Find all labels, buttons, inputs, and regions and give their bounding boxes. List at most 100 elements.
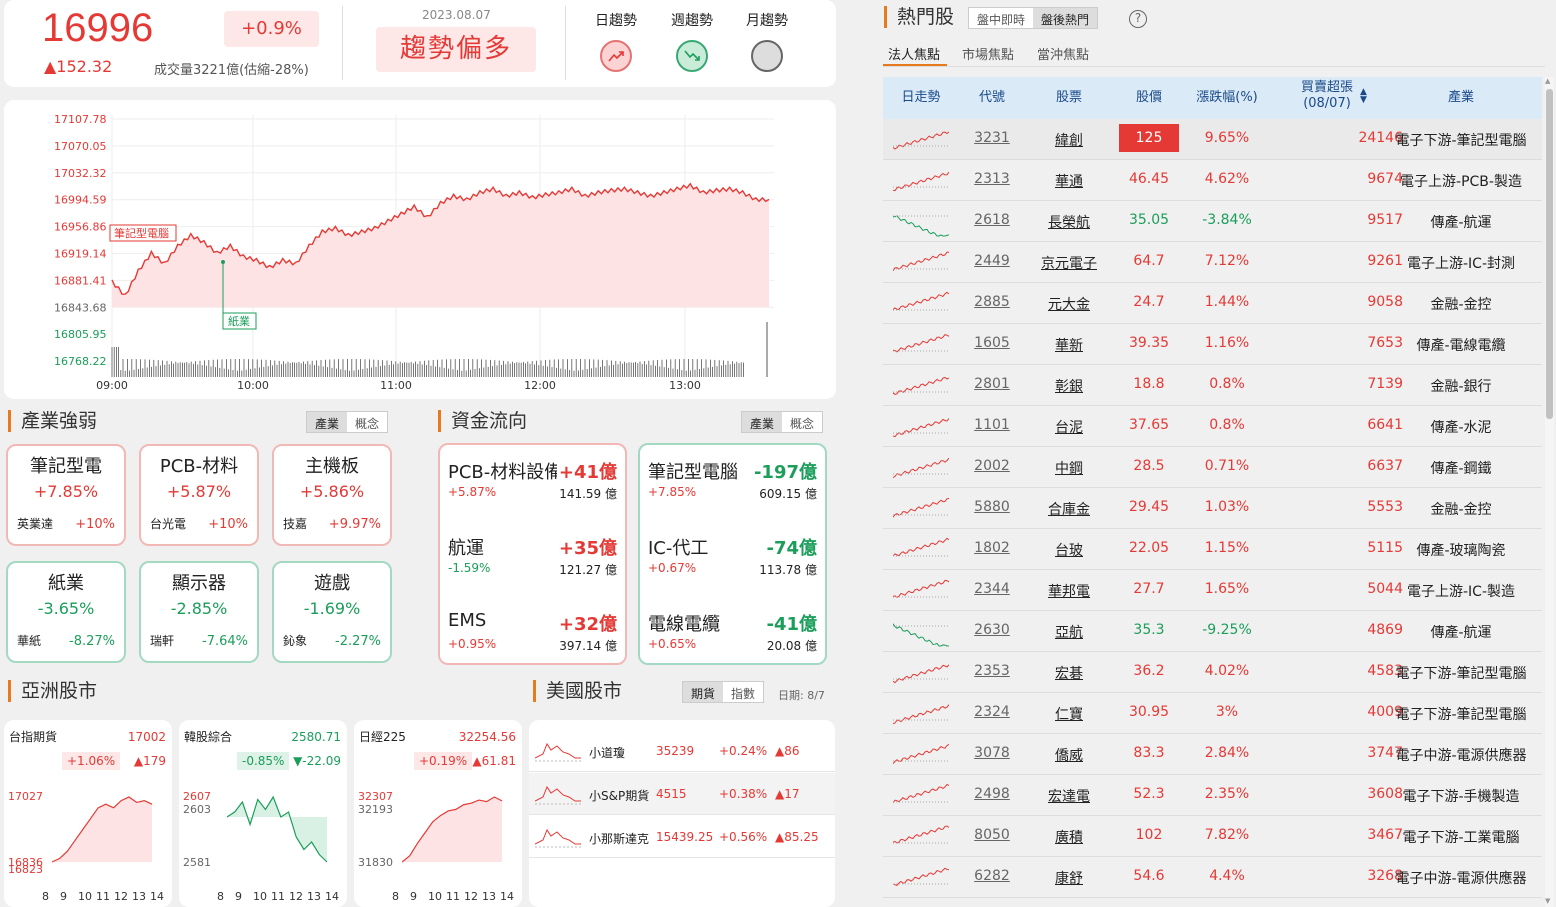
market-x-tick: 9 (235, 890, 242, 903)
stock-code[interactable]: 2498 (969, 786, 1015, 802)
table-row[interactable]: 3231 緯創 125 9.65% 24146 電子下游-筆記型電腦 (883, 119, 1542, 160)
stock-name[interactable]: 華新 (1030, 335, 1108, 355)
stock-code[interactable]: 1802 (969, 540, 1015, 556)
asia-market-card[interactable]: 日經225 32254.56 +0.19% ▲61.81 32307 32193 31830… (354, 720, 522, 907)
subtab-institutional[interactable]: 法人焦點 (888, 44, 940, 63)
stock-code[interactable]: 2324 (969, 704, 1015, 720)
stock-code[interactable]: 2618 (969, 212, 1015, 228)
y-tick-label: 16805.95 (54, 328, 107, 341)
stock-name[interactable]: 康舒 (1030, 868, 1108, 888)
trend-day[interactable]: 日趨勢 (586, 10, 646, 72)
stock-name[interactable]: 廣積 (1030, 827, 1108, 847)
table-row[interactable]: 2002 中鋼 28.5 0.71% 6637 傳產-鋼鐵 (883, 447, 1542, 488)
stock-code[interactable]: 2344 (969, 581, 1015, 597)
stock-name[interactable]: 宏碁 (1030, 663, 1108, 683)
us-tab-index[interactable]: 指數 (723, 682, 764, 702)
stock-name[interactable]: 中鋼 (1030, 458, 1108, 478)
stock-name[interactable]: 仁寶 (1030, 704, 1108, 724)
table-row[interactable]: 2498 宏達電 52.3 2.35% 3608 電子下游-手機製造 (883, 775, 1542, 816)
stock-code[interactable]: 2630 (969, 622, 1015, 638)
stock-code[interactable]: 1605 (969, 335, 1015, 351)
stock-name[interactable]: 緯創 (1030, 130, 1108, 150)
flow-inflow-row[interactable]: PCB-材料設備 +41億 +5.87% 141.59 億 (448, 458, 617, 518)
table-row[interactable]: 8050 廣積 102 7.82% 3467 電子下游-工業電腦 (883, 816, 1542, 857)
stock-sparkline (893, 334, 949, 353)
flow-outflow-row[interactable]: 筆記型電腦 -197億 +7.85% 609.15 億 (648, 458, 817, 518)
industry-box[interactable]: 主機板 +5.86% 技嘉 +9.97% (272, 444, 392, 546)
stock-code[interactable]: 6282 (969, 868, 1015, 884)
stock-code[interactable]: 2313 (969, 171, 1015, 187)
table-row[interactable]: 1802 台玻 22.05 1.15% 5115 傳產-玻璃陶瓷 (883, 529, 1542, 570)
header-net[interactable]: 買賣超張 (08/07) (1282, 80, 1372, 120)
stock-name[interactable]: 華邦電 (1030, 581, 1108, 601)
us-market-row[interactable]: 小那斯達克 15439.25 +0.56% ▲85.25 (529, 816, 835, 858)
industry-box[interactable]: 遊戲 -1.69% 鈊象 -2.27% (272, 561, 392, 663)
us-market-row[interactable]: 小道瓊 35239 +0.24% ▲86 (529, 730, 835, 772)
table-row[interactable]: 2353 宏碁 36.2 4.02% 4583 電子下游-筆記型電腦 (883, 652, 1542, 693)
industry-tab-concept[interactable]: 概念 (347, 412, 388, 432)
stock-code[interactable]: 2002 (969, 458, 1015, 474)
stock-change-pct: 4.4% (1209, 868, 1245, 884)
stock-name[interactable]: 華通 (1030, 171, 1108, 191)
stock-name[interactable]: 長榮航 (1030, 212, 1108, 232)
trend-week[interactable]: 週趨勢 (662, 10, 722, 72)
stock-name[interactable]: 元大金 (1030, 294, 1108, 314)
table-row[interactable]: 2313 華通 46.45 4.62% 9674 電子上游-PCB-製造 (883, 160, 1542, 201)
table-row[interactable]: 1605 華新 39.35 1.16% 7653 傳產-電線電纜 (883, 324, 1542, 365)
industry-box[interactable]: 顯示器 -2.85% 瑞軒 -7.64% (139, 561, 259, 663)
industry-box[interactable]: 紙業 -3.65% 華紙 -8.27% (6, 561, 126, 663)
stock-code[interactable]: 2801 (969, 376, 1015, 392)
asia-market-card[interactable]: 韓股綜合 2580.71 -0.85% ▼-22.09 2607 2603 2581 8 9 10… (179, 720, 347, 907)
stock-code[interactable]: 8050 (969, 827, 1015, 843)
hot-mode-realtime[interactable]: 盤中即時 (969, 8, 1034, 28)
stock-name[interactable]: 京元電子 (1030, 253, 1108, 273)
stock-code[interactable]: 5880 (969, 499, 1015, 515)
help-icon[interactable]: ? (1129, 10, 1147, 28)
table-row[interactable]: 3078 僑威 83.3 2.84% 3747 電子中游-電源供應器 (883, 734, 1542, 775)
table-row[interactable]: 6282 康舒 54.6 4.4% 3268 電子中游-電源供應器 (883, 857, 1542, 898)
scrollbar[interactable]: ▲ ▼ (1545, 77, 1554, 907)
industry-box[interactable]: 筆記型電 +7.85% 英業達 +10% (6, 444, 126, 546)
stock-code[interactable]: 3078 (969, 745, 1015, 761)
table-row[interactable]: 2449 京元電子 64.7 7.12% 9261 電子上游-IC-封測 (883, 242, 1542, 283)
stock-name[interactable]: 僑威 (1030, 745, 1108, 765)
table-row[interactable]: 2618 長榮航 35.05 -3.84% 9517 傳產-航運 (883, 201, 1542, 242)
stock-name[interactable]: 台玻 (1030, 540, 1108, 560)
table-row[interactable]: 2885 元大金 24.7 1.44% 9058 金融-金控 (883, 283, 1542, 324)
table-row[interactable]: 2344 華邦電 27.7 1.65% 5044 電子上游-IC-製造 (883, 570, 1542, 611)
table-row[interactable]: 2324 仁寶 30.95 3% 4009 電子下游-筆記型電腦 (883, 693, 1542, 734)
table-row[interactable]: 5880 合庫金 29.45 1.03% 5553 金融-金控 (883, 488, 1542, 529)
subtab-market[interactable]: 市場焦點 (962, 44, 1014, 63)
stock-name[interactable]: 台泥 (1030, 417, 1108, 437)
intraday-chart[interactable]: 17107.78 17070.05 17032.32 16994.59 16956.86… (4, 100, 836, 399)
subtab-daytrade[interactable]: 當沖焦點 (1037, 44, 1089, 63)
stock-code[interactable]: 1101 (969, 417, 1015, 433)
hot-mode-afterhours[interactable]: 盤後熱門 (1033, 8, 1098, 28)
us-market-row[interactable]: 小S&P期貨 4515 +0.38% ▲17 (529, 773, 835, 815)
table-row[interactable]: 1101 台泥 37.65 0.8% 6641 傳產-水泥 (883, 406, 1542, 447)
sort-icon[interactable]: ▲ ▼ (1360, 88, 1367, 105)
trend-month[interactable]: 月趨勢 (737, 10, 797, 72)
stock-code[interactable]: 2449 (969, 253, 1015, 269)
market-x-tick: 11 (96, 890, 110, 903)
stock-code[interactable]: 3231 (969, 130, 1015, 146)
flow-inflow-row[interactable]: 航運 +35億 -1.59% 121.27 億 (448, 534, 617, 594)
flow-tab-concept[interactable]: 概念 (782, 412, 823, 432)
stock-name[interactable]: 彰銀 (1030, 376, 1108, 396)
flow-inflow-row[interactable]: EMS +32億 +0.95% 397.14 億 (448, 610, 617, 670)
table-row[interactable]: 2801 彰銀 18.8 0.8% 7139 金融-銀行 (883, 365, 1542, 406)
scrollbar-thumb[interactable] (1546, 89, 1553, 419)
industry-tab-industry[interactable]: 產業 (307, 412, 348, 432)
asia-market-card[interactable]: 台指期貨 17002 +1.06% ▲179 17027 16836 16823 8 9 10 11… (4, 720, 172, 907)
stock-name[interactable]: 宏達電 (1030, 786, 1108, 806)
flow-outflow-row[interactable]: 電線電纜 -41億 +0.65% 20.08 億 (648, 610, 817, 670)
stock-name[interactable]: 亞航 (1030, 622, 1108, 642)
flow-tab-industry[interactable]: 產業 (742, 412, 783, 432)
us-tab-futures[interactable]: 期貨 (683, 682, 724, 702)
table-row[interactable]: 2630 亞航 35.3 -9.25% 4869 傳產-航運 (883, 611, 1542, 652)
industry-box[interactable]: PCB-材料 +5.87% 台光電 +10% (139, 444, 259, 546)
stock-code[interactable]: 2353 (969, 663, 1015, 679)
flow-outflow-row[interactable]: IC-代工 -74億 +0.67% 113.78 億 (648, 534, 817, 594)
stock-code[interactable]: 2885 (969, 294, 1015, 310)
stock-name[interactable]: 合庫金 (1030, 499, 1108, 519)
